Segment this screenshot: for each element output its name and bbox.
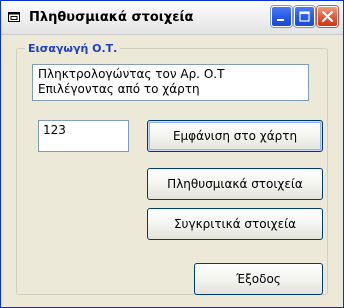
population-data-label: Πληθυσμιακά στοιχεία — [167, 177, 303, 191]
maximize-icon — [299, 11, 310, 22]
close-icon — [322, 11, 333, 22]
exit-label: Έξοδος — [236, 272, 281, 286]
ot-number-field[interactable]: 123 — [38, 120, 129, 152]
window-icon — [8, 12, 20, 22]
population-data-button[interactable]: Πληθυσμιακά στοιχεία — [147, 168, 323, 200]
title-bar[interactable]: Πληθυσμιακά στοιχεία — [1, 1, 343, 35]
list-item[interactable]: Πληκτρολογώντας τον Αρ. Ο.Τ — [38, 67, 303, 82]
group-label: Εισαγωγή Ο.Τ. — [25, 42, 121, 55]
minimize-button[interactable] — [271, 6, 292, 27]
window-title: Πληθυσμιακά στοιχεία — [29, 10, 194, 25]
minimize-icon — [277, 19, 284, 21]
input-method-list[interactable]: Πληκτρολογώντας τον Αρ. Ο.Τ Επιλέγοντας … — [32, 64, 309, 101]
show-on-map-label: Εμφάνιση στο χάρτη — [172, 129, 298, 143]
main-window: Πληθυσμιακά στοιχεία Εισαγωγή Ο.Τ. Πληκτ… — [0, 0, 344, 308]
close-button[interactable] — [317, 6, 338, 27]
list-item[interactable]: Επιλέγοντας από το χάρτη — [38, 82, 303, 97]
comparative-data-button[interactable]: Συγκριτικά στοιχεία — [147, 208, 323, 240]
comparative-data-label: Συγκριτικά στοιχεία — [173, 217, 297, 231]
show-on-map-button[interactable]: Εμφάνιση στο χάρτη — [147, 120, 323, 152]
exit-button[interactable]: Έξοδος — [194, 263, 323, 295]
client-area: Εισαγωγή Ο.Τ. Πληκτρολογώντας τον Αρ. Ο.… — [4, 36, 340, 304]
maximize-button[interactable] — [294, 6, 315, 27]
